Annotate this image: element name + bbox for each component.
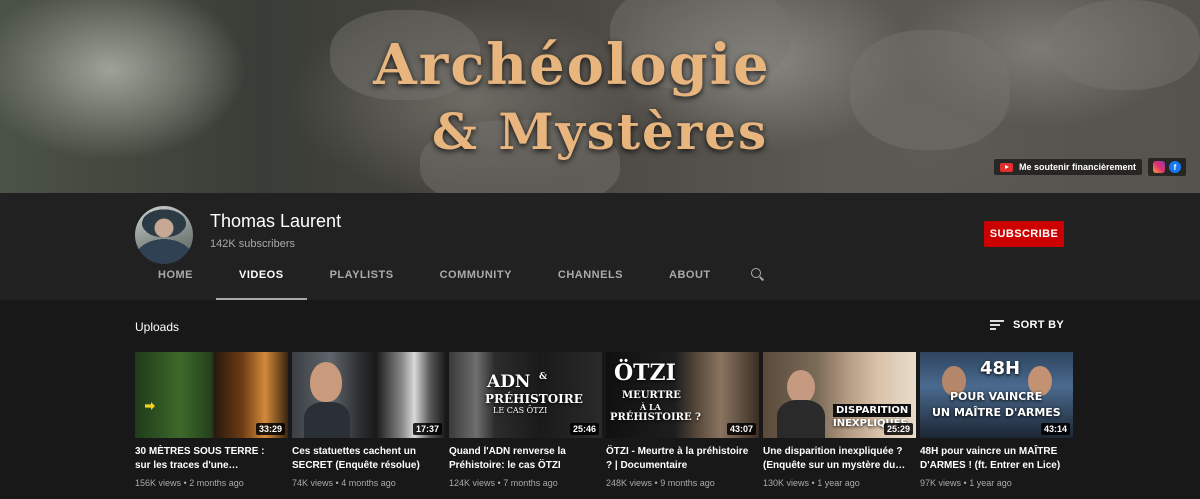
- sort-icon: [990, 320, 1004, 330]
- thumbnail-text: LE CAS ÖTZI: [493, 406, 548, 415]
- video-card[interactable]: 17:37 Ces statuettes cachent un SECRET (…: [292, 352, 445, 488]
- tab-playlists[interactable]: PLAYLISTS: [307, 263, 417, 300]
- banner-title-line1: Archéologie: [373, 32, 771, 98]
- social-links: f: [1148, 158, 1186, 176]
- video-thumbnail[interactable]: 33:29: [135, 352, 288, 438]
- video-duration: 43:07: [726, 423, 756, 435]
- video-title[interactable]: Ces statuettes cachent un SECRET (Enquêt…: [292, 445, 445, 473]
- video-thumbnail[interactable]: 17:37: [292, 352, 445, 438]
- section-title[interactable]: Uploads: [135, 320, 179, 334]
- video-age: 7 months ago: [503, 478, 558, 488]
- channel-search-button[interactable]: [734, 263, 782, 300]
- banner-links: Me soutenir financièrement f: [993, 158, 1186, 176]
- video-card[interactable]: 48H POUR VAINCRE UN MAÎTRE D'ARMES 43:14…: [920, 352, 1073, 488]
- avatar[interactable]: [135, 206, 193, 264]
- presenter-body: [777, 400, 825, 438]
- presenter-face: [310, 362, 342, 402]
- presenter-face: [787, 370, 815, 404]
- video-title[interactable]: Une disparition inexpliquée ? (Enquête s…: [763, 445, 916, 473]
- video-duration: 43:14: [1040, 423, 1070, 435]
- video-age: 9 months ago: [660, 478, 715, 488]
- video-age: 2 months ago: [189, 478, 244, 488]
- video-card[interactable]: DISPARITION INEXPLIQUÉE 25:29 Une dispar…: [763, 352, 916, 488]
- sort-by-label: SORT BY: [1013, 319, 1064, 331]
- uploads-section: Uploads SORT BY 33:29 30 MÈTRES SOUS TER…: [0, 300, 1200, 499]
- video-thumbnail[interactable]: ADN & PRÉHISTOIRE LE CAS ÖTZI 25:46: [449, 352, 602, 438]
- thumbnail-text: ADN: [487, 372, 531, 392]
- video-meta: 130K views • 1 year ago: [763, 478, 860, 488]
- video-card[interactable]: 33:29 30 MÈTRES SOUS TERRE : sur les tra…: [135, 352, 288, 488]
- video-meta: 124K views • 7 months ago: [449, 478, 558, 488]
- video-views: 156K views: [135, 478, 182, 488]
- video-duration: 17:37: [412, 423, 442, 435]
- tab-home[interactable]: HOME: [135, 263, 216, 300]
- arrow-icon: [145, 402, 155, 410]
- sort-by-button[interactable]: SORT BY: [990, 319, 1064, 331]
- video-thumbnail[interactable]: DISPARITION INEXPLIQUÉE 25:29: [763, 352, 916, 438]
- support-link-label: Me soutenir financièrement: [1018, 162, 1136, 172]
- video-views: 248K views: [606, 478, 653, 488]
- thumbnail-text: ÖTZI: [614, 360, 676, 386]
- channel-header: Thomas Laurent 142K subscribers SUBSCRIB…: [0, 193, 1200, 300]
- video-title[interactable]: Quand l'ADN renverse la Préhistoire: le …: [449, 445, 602, 473]
- thumbnail-text: MEURTRE: [622, 390, 681, 401]
- channel-name: Thomas Laurent: [210, 211, 342, 231]
- video-views: 97K views: [920, 478, 962, 488]
- thumbnail-text: UN MAÎTRE D'ARMES: [932, 406, 1061, 419]
- tab-videos[interactable]: VIDEOS: [216, 263, 307, 300]
- instagram-icon[interactable]: [1153, 161, 1165, 173]
- youtube-icon: [999, 162, 1013, 172]
- video-thumbnail[interactable]: 48H POUR VAINCRE UN MAÎTRE D'ARMES 43:14: [920, 352, 1073, 438]
- subscriber-count: 142K subscribers: [210, 238, 295, 250]
- presenter-body: [304, 402, 350, 438]
- video-age: 1 year ago: [969, 478, 1012, 488]
- channel-tabs: HOME VIDEOS PLAYLISTS COMMUNITY CHANNELS…: [135, 263, 782, 300]
- facebook-icon[interactable]: f: [1169, 161, 1181, 173]
- video-age: 1 year ago: [817, 478, 860, 488]
- thumbnail-text: PRÉHISTOIRE: [485, 392, 583, 406]
- video-views: 74K views: [292, 478, 334, 488]
- video-duration: 33:29: [255, 423, 285, 435]
- subscribe-button[interactable]: SUBSCRIBE: [984, 221, 1064, 247]
- video-duration: 25:46: [569, 423, 599, 435]
- tab-community[interactable]: COMMUNITY: [417, 263, 535, 300]
- tab-about[interactable]: ABOUT: [646, 263, 734, 300]
- video-title[interactable]: ÖTZI - Meurtre à la préhistoire ? | Docu…: [606, 445, 759, 473]
- video-age: 4 months ago: [341, 478, 396, 488]
- video-card[interactable]: ÖTZI MEURTRE À LA PRÉHISTOIRE ? 43:07 ÖT…: [606, 352, 759, 488]
- thumbnail-text: &: [539, 372, 548, 382]
- search-icon: [751, 268, 764, 281]
- thumbnail-text: 48H: [980, 358, 1021, 379]
- video-title[interactable]: 48H pour vaincre un MAÎTRE D'ARMES ! (ft…: [920, 445, 1073, 473]
- channel-banner: Archéologie & Mystères Me soutenir finan…: [0, 0, 1200, 193]
- thumbnail-text: À LA: [640, 402, 661, 412]
- video-meta: 248K views • 9 months ago: [606, 478, 715, 488]
- banner-title-line2: & Mystères: [431, 102, 769, 161]
- video-grid: 33:29 30 MÈTRES SOUS TERRE : sur les tra…: [135, 352, 1075, 488]
- video-thumbnail[interactable]: ÖTZI MEURTRE À LA PRÉHISTOIRE ? 43:07: [606, 352, 759, 438]
- video-meta: 156K views • 2 months ago: [135, 478, 244, 488]
- thumbnail-text: POUR VAINCRE: [950, 390, 1043, 403]
- video-views: 124K views: [449, 478, 496, 488]
- tab-channels[interactable]: CHANNELS: [535, 263, 646, 300]
- video-duration: 25:29: [883, 423, 913, 435]
- thumbnail-text: DISPARITION: [833, 404, 912, 417]
- thumbnail-text: PRÉHISTOIRE ?: [610, 412, 701, 423]
- video-title[interactable]: 30 MÈTRES SOUS TERRE : sur les traces d'…: [135, 445, 288, 473]
- video-views: 130K views: [763, 478, 810, 488]
- support-link[interactable]: Me soutenir financièrement: [993, 159, 1142, 175]
- video-card[interactable]: ADN & PRÉHISTOIRE LE CAS ÖTZI 25:46 Quan…: [449, 352, 602, 488]
- video-meta: 74K views • 4 months ago: [292, 478, 396, 488]
- video-meta: 97K views • 1 year ago: [920, 478, 1012, 488]
